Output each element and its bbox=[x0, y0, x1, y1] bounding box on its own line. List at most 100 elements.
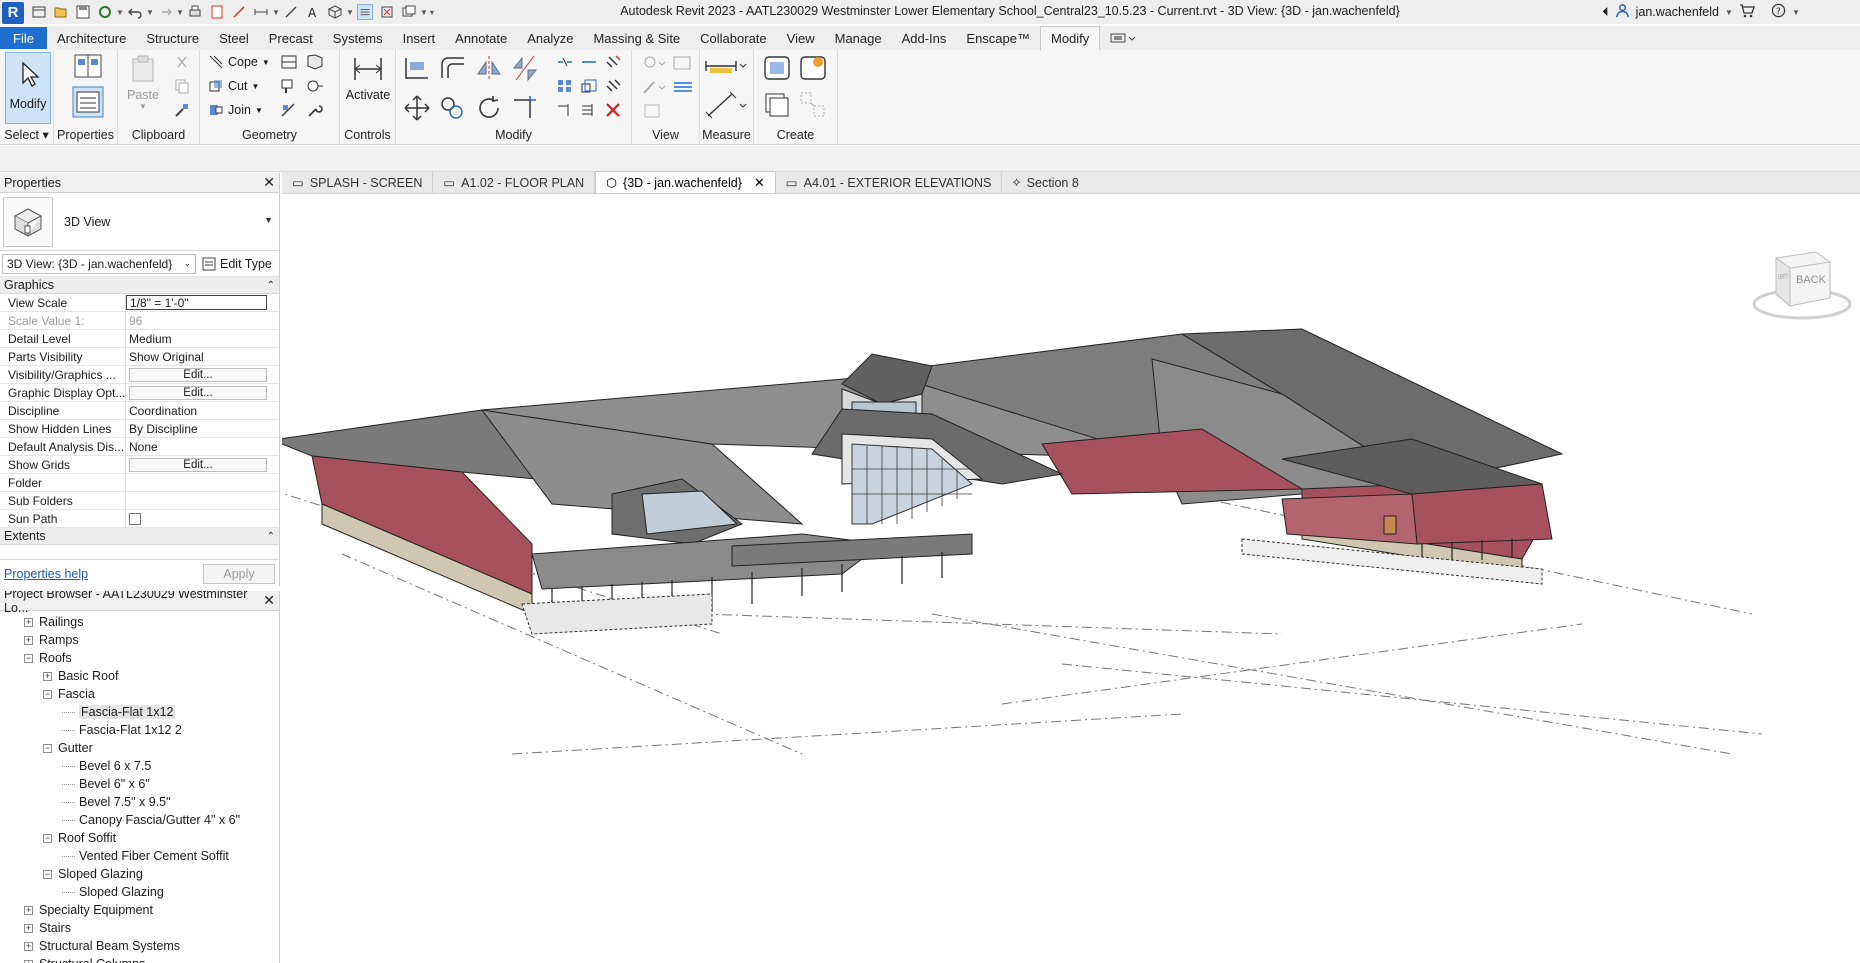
user-icon[interactable] bbox=[1615, 3, 1630, 21]
view-tab-elevations[interactable]: ▭ A4.01 - EXTERIOR ELEVATIONS bbox=[776, 172, 1003, 193]
copy-modify-icon[interactable] bbox=[438, 94, 468, 122]
home-icon[interactable] bbox=[31, 4, 47, 20]
type-selector[interactable]: 3D View ▼ bbox=[0, 193, 279, 251]
tab-architecture[interactable]: Architecture bbox=[47, 27, 136, 49]
expand-icon[interactable]: + bbox=[24, 905, 33, 915]
undo-icon[interactable] bbox=[127, 4, 143, 20]
viewcube-back-label[interactable]: BACK bbox=[1796, 274, 1826, 286]
measure-between-icon[interactable] bbox=[704, 56, 750, 76]
tree-item[interactable]: + Specialty Equipment bbox=[0, 901, 279, 919]
split-element-icon[interactable] bbox=[556, 54, 574, 70]
expand-icon[interactable]: + bbox=[43, 671, 52, 681]
wall-joins-icon[interactable] bbox=[280, 54, 298, 70]
chevron-down-icon[interactable]: ▼ bbox=[264, 215, 273, 225]
mirror-pick-axis-icon[interactable] bbox=[474, 54, 504, 82]
customize-toolbar-icon[interactable]: ▾ bbox=[428, 4, 436, 20]
expand-icon[interactable]: + bbox=[24, 617, 33, 627]
dimension-aligned-icon[interactable] bbox=[704, 90, 750, 120]
tree-item[interactable]: − Gutter bbox=[0, 739, 279, 757]
tab-collaborate[interactable]: Collaborate bbox=[690, 27, 777, 49]
pick-graphic-icon[interactable] bbox=[642, 102, 664, 120]
chevron-down-icon[interactable]: ▼ bbox=[272, 4, 280, 20]
offset-icon[interactable] bbox=[438, 54, 468, 82]
expand-icon[interactable]: + bbox=[24, 923, 33, 933]
sync-central-icon[interactable] bbox=[97, 4, 113, 20]
collapse-icon[interactable]: − bbox=[43, 869, 52, 879]
move-icon[interactable] bbox=[402, 94, 432, 122]
tree-item[interactable]: Canopy Fascia/Gutter 4" x 6" bbox=[0, 811, 279, 829]
collapse-icon[interactable]: ⌃ bbox=[267, 531, 275, 542]
instance-filter-select[interactable]: 3D View: {3D - jan.wachenfeld} ⌄ bbox=[2, 253, 196, 274]
cope-button[interactable]: Cope ▼ bbox=[208, 54, 270, 70]
demolish-icon[interactable] bbox=[306, 78, 324, 94]
paint-icon[interactable] bbox=[280, 78, 298, 94]
3d-view-canvas[interactable]: BACK LEFT bbox=[282, 194, 1860, 963]
tree-item[interactable]: Fascia-Flat 1x12 bbox=[0, 703, 279, 721]
tree-item[interactable]: Bevel 6 x 7.5 bbox=[0, 757, 279, 775]
3d-view-icon[interactable] bbox=[327, 4, 343, 20]
show-grids-edit-button[interactable]: Edit... bbox=[129, 457, 267, 472]
open-icon[interactable] bbox=[53, 4, 69, 20]
tree-item[interactable]: − Fascia bbox=[0, 685, 279, 703]
activate-button[interactable]: Activate bbox=[346, 54, 390, 102]
type-properties-button[interactable] bbox=[68, 52, 108, 82]
close-hidden-icon[interactable] bbox=[379, 4, 395, 20]
dimension-icon[interactable] bbox=[253, 4, 269, 20]
properties-help-link[interactable]: Properties help bbox=[4, 567, 88, 581]
scale-icon[interactable] bbox=[580, 78, 598, 94]
chevron-down-icon[interactable]: ▼ bbox=[420, 4, 428, 20]
tab-structure[interactable]: Structure bbox=[136, 27, 209, 49]
cut-geometry-button[interactable]: Cut ▼ bbox=[208, 78, 259, 94]
collapse-icon[interactable]: − bbox=[43, 689, 52, 699]
tab-manage[interactable]: Manage bbox=[825, 27, 892, 49]
trim-extend-single-icon[interactable] bbox=[556, 102, 574, 118]
tab-insert[interactable]: Insert bbox=[393, 27, 446, 49]
collapse-icon[interactable]: ⌃ bbox=[267, 280, 275, 291]
expand-icon[interactable]: + bbox=[24, 959, 33, 963]
folder-value[interactable] bbox=[126, 474, 279, 491]
split-gap-icon[interactable] bbox=[580, 54, 598, 70]
export-pdf-icon[interactable] bbox=[209, 4, 225, 20]
tree-item[interactable]: − Sloped Glazing bbox=[0, 865, 279, 883]
tree-item[interactable]: Bevel 7.5" x 9.5" bbox=[0, 793, 279, 811]
view-tab-3d[interactable]: ⬡ {3D - jan.wachenfeld} ✕ bbox=[595, 171, 776, 193]
collapse-icon[interactable]: − bbox=[24, 653, 33, 663]
expand-icon[interactable]: + bbox=[24, 635, 33, 645]
viewcube-left-label[interactable]: LEFT bbox=[1778, 274, 1787, 281]
tab-analyze[interactable]: Analyze bbox=[517, 27, 583, 49]
tab-enscape[interactable]: Enscape™ bbox=[956, 27, 1040, 49]
chevron-down-icon[interactable]: ▼ bbox=[1792, 4, 1800, 20]
close-icon[interactable]: ✕ bbox=[263, 592, 275, 609]
tab-add-ins[interactable]: Add-Ins bbox=[892, 27, 957, 49]
tree-item[interactable]: Vented Fiber Cement Soffit bbox=[0, 847, 279, 865]
select-panel-label[interactable]: Select ▾ bbox=[0, 127, 53, 142]
redo-icon[interactable] bbox=[157, 4, 173, 20]
tree-item[interactable]: Fascia-Flat 1x12 2 bbox=[0, 721, 279, 739]
cut-clipboard-icon[interactable] bbox=[174, 54, 190, 70]
sub-folders-value[interactable] bbox=[126, 492, 279, 509]
create-parts-icon[interactable] bbox=[798, 54, 828, 82]
collapse-icon[interactable]: − bbox=[43, 743, 52, 753]
chevron-down-icon[interactable]: ▼ bbox=[146, 4, 154, 20]
delete-icon[interactable] bbox=[604, 102, 622, 118]
expand-icon[interactable]: + bbox=[24, 941, 33, 951]
create-assembly-icon[interactable] bbox=[762, 54, 792, 82]
user-name[interactable]: jan.wachenfeld bbox=[1636, 5, 1719, 19]
tab-massing-site[interactable]: Massing & Site bbox=[583, 27, 690, 49]
chevron-down-icon[interactable]: ▼ bbox=[176, 4, 184, 20]
close-icon[interactable]: ✕ bbox=[754, 175, 765, 191]
chevron-down-icon[interactable]: ▼ bbox=[346, 4, 354, 20]
create-group-icon[interactable] bbox=[762, 90, 792, 120]
align-icon[interactable] bbox=[402, 54, 432, 82]
rotate-icon[interactable] bbox=[474, 94, 504, 122]
wrench-icon[interactable] bbox=[306, 102, 324, 118]
view-tab-splash[interactable]: ▭ SPLASH - SCREEN bbox=[282, 172, 434, 193]
tree-item[interactable]: Bevel 6" x 6" bbox=[0, 775, 279, 793]
measure-icon[interactable] bbox=[231, 4, 247, 20]
hidden-lines-value[interactable]: By Discipline bbox=[126, 420, 279, 437]
filter-lines-icon[interactable] bbox=[672, 78, 694, 96]
viewcube[interactable]: BACK LEFT bbox=[1744, 250, 1854, 330]
tab-file[interactable]: File bbox=[0, 27, 47, 49]
tag-icon[interactable] bbox=[283, 4, 299, 20]
linework-icon[interactable] bbox=[642, 78, 668, 96]
